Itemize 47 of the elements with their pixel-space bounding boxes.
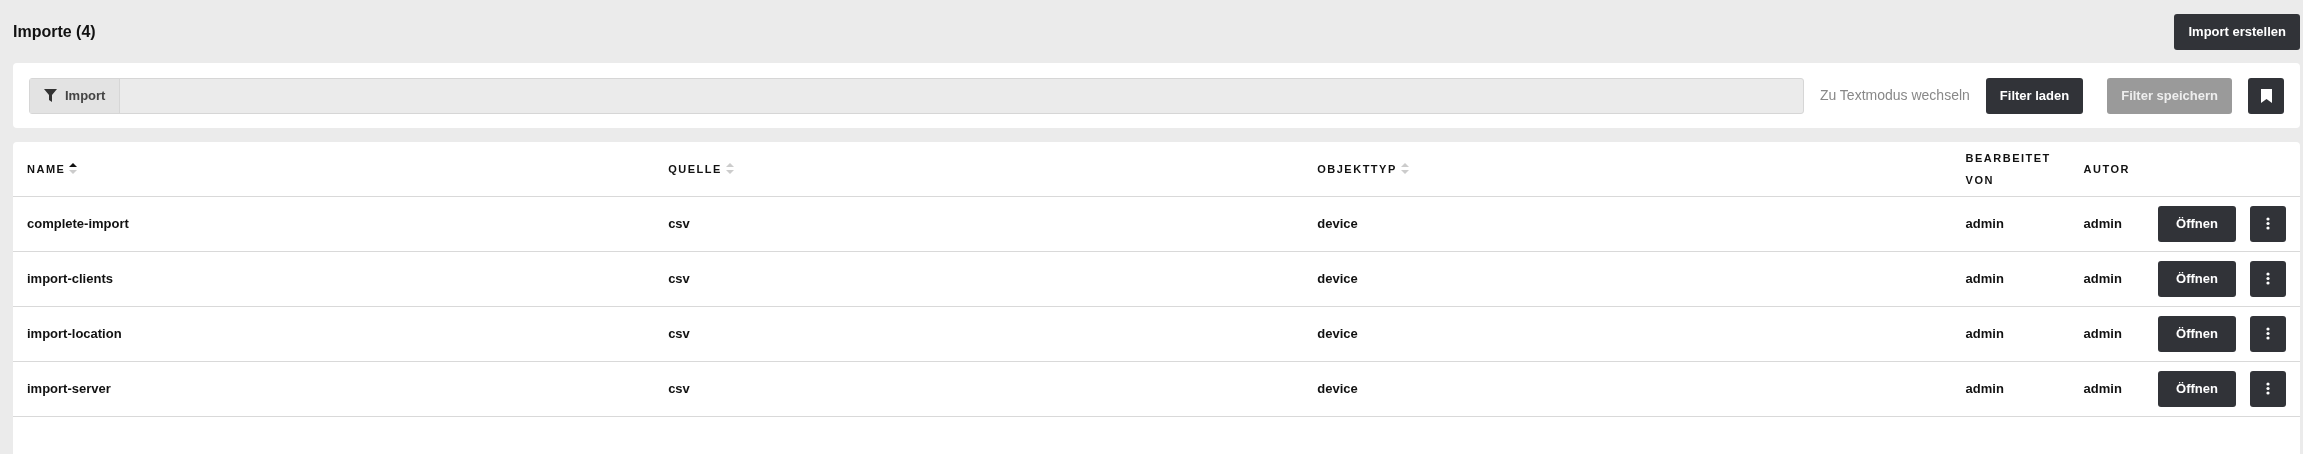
column-header: BEARBEITET VON [1965, 150, 2052, 188]
column-header[interactable]: OBJEKTTYP [1317, 160, 1397, 177]
table-cell: admin [1965, 270, 2004, 286]
table-cell: admin [1965, 325, 2004, 341]
more-icon [2266, 272, 2270, 285]
filter-button[interactable]: Filter laden [1985, 77, 2084, 114]
table-cell: admin [2083, 325, 2122, 341]
more-button[interactable] [2250, 370, 2286, 407]
table-cell: csv [668, 325, 690, 341]
more-button[interactable] [2250, 205, 2286, 242]
table-cell: import-clients [27, 270, 113, 286]
text-mode-link[interactable]: Zu Textmodus wechseln [1819, 85, 1970, 106]
filter-field[interactable]: Import [29, 77, 1804, 114]
table-cell: admin [2083, 270, 2122, 286]
open-button[interactable]: Öffnen [2158, 370, 2236, 407]
table-cell: csv [668, 215, 690, 231]
table-cell: csv [668, 380, 690, 396]
more-icon [2266, 217, 2270, 230]
bookmark-button[interactable] [2248, 77, 2284, 114]
page-title: Importe (4) [13, 21, 96, 42]
column-header: AUTOR [2083, 161, 2130, 177]
table-cell: admin [1965, 215, 2004, 231]
filter-chip[interactable]: Import [30, 78, 121, 113]
table-cell: device [1317, 215, 1358, 231]
table-cell: admin [2083, 380, 2122, 396]
table-cell: admin [2083, 215, 2122, 231]
table-cell: device [1317, 380, 1358, 396]
table-cell: complete-import [27, 215, 129, 231]
open-button[interactable]: Öffnen [2158, 315, 2236, 352]
create-import-button[interactable]: Import erstellen [2174, 13, 2300, 50]
table-cell: import-server [27, 380, 111, 396]
filter-icon [44, 89, 57, 102]
more-icon [2266, 382, 2270, 395]
bookmark-icon [2260, 88, 2272, 103]
open-button[interactable]: Öffnen [2158, 260, 2236, 297]
column-header[interactable]: QUELLE [668, 160, 722, 177]
sort-icon[interactable] [69, 163, 78, 175]
open-button[interactable]: Öffnen [2158, 205, 2236, 242]
table-cell: admin [1965, 380, 2004, 396]
table-cell: device [1317, 270, 1358, 286]
more-icon [2266, 327, 2270, 340]
table-cell: csv [668, 270, 690, 286]
table-cell: import-location [27, 325, 122, 341]
more-button[interactable] [2250, 260, 2286, 297]
more-button[interactable] [2250, 315, 2286, 352]
column-header[interactable]: NAME [27, 160, 66, 177]
table-cell: device [1317, 325, 1358, 341]
